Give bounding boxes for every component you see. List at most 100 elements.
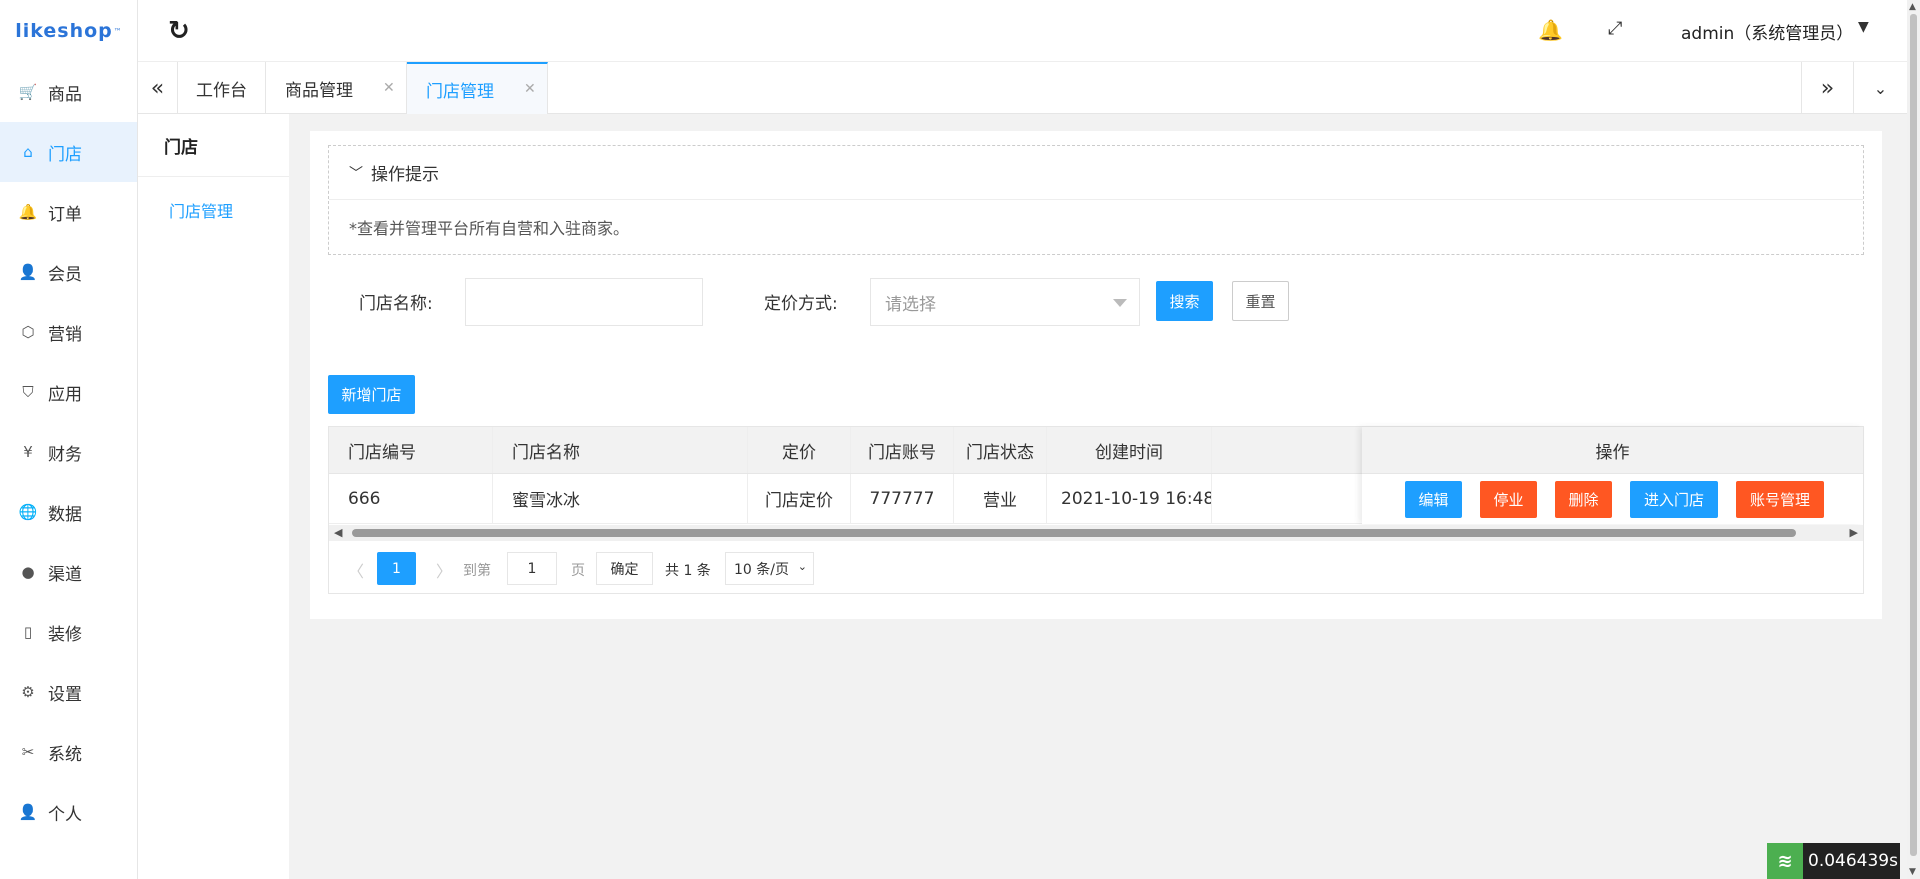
store-name-cell: 蜜雪冰冰 — [493, 474, 748, 523]
brand-tm: ™ — [113, 26, 122, 36]
page-size-select[interactable]: 10 条/页 ⌄ — [725, 552, 814, 585]
sidebar-item-label: 订单 — [48, 204, 82, 225]
pricing-method-select[interactable]: 请选择 — [870, 278, 1140, 326]
sidebar-item-channel[interactable]: ● 渠道 — [0, 542, 137, 602]
scroll-up-arrow-icon[interactable]: ▲ — [1909, 2, 1916, 12]
chevron-down-icon: ﹀ — [349, 165, 363, 182]
sidebar-item-order[interactable]: 🔔 订单 — [0, 182, 137, 242]
prev-page-icon[interactable]: 〈 — [348, 558, 364, 582]
store-name-label: 门店名称: — [359, 294, 433, 314]
column-header: 门店编号 — [329, 427, 493, 473]
enter-store-button[interactable]: 进入门店 — [1630, 480, 1718, 518]
main-card: ﹀ 操作提示 *查看并管理平台所有自营和入驻商家。 门店名称: 定价方式: 请选择… — [310, 131, 1882, 619]
triangle-down-icon — [1113, 299, 1127, 307]
tab-workbench[interactable]: 工作台 — [178, 62, 266, 114]
select-placeholder: 请选择 — [885, 294, 936, 315]
add-store-button[interactable]: 新增门店 — [328, 375, 415, 414]
column-header: 创建时间 — [1047, 427, 1212, 473]
sidebar: likeshop ™ 🛒 商品 ⌂ 门店 🔔 订单 👤 会员 ⬡ 营销 ⛉ 应用 ¥ 财务 🌐 数… — [0, 0, 138, 879]
scrollbar-thumb[interactable] — [1910, 14, 1917, 856]
tab-label: 商品管理 — [285, 80, 353, 101]
sidebar-item-member[interactable]: 👤 会员 — [0, 242, 137, 302]
page-unit-label: 页 — [571, 563, 585, 579]
brand-name: likeshop — [15, 20, 113, 42]
sidebar-item-data[interactable]: 🌐 数据 — [0, 482, 137, 542]
delete-button[interactable]: 删除 — [1555, 480, 1612, 518]
sidebar-item-goods[interactable]: 🛒 商品 — [0, 62, 137, 122]
tips-title: 操作提示 — [371, 165, 439, 185]
wechat-icon: ● — [21, 563, 35, 581]
bell-icon: 🔔 — [18, 203, 38, 221]
debug-timer-badge: ≋ 0.046439s — [1767, 843, 1900, 879]
sidebar-item-finance[interactable]: ¥ 财务 — [0, 422, 137, 482]
tabs-scroll-left-icon[interactable]: « — [138, 62, 178, 114]
tab-store-management[interactable]: 门店管理 ✕ — [407, 62, 548, 114]
sidebar-item-label: 财务 — [48, 444, 82, 465]
scrollbar-thumb[interactable] — [352, 529, 1796, 537]
cart-icon: 🛒 — [18, 83, 38, 101]
cube-icon: ⬡ — [21, 323, 35, 341]
submenu-title: 门店 — [138, 114, 289, 177]
shield-icon: ⛉ — [22, 383, 34, 401]
goto-confirm-button[interactable]: 确定 — [596, 552, 653, 585]
scroll-down-arrow-icon[interactable]: ▼ — [1909, 867, 1916, 877]
tab-bar: « 工作台 商品管理 ✕ 门店管理 ✕ » ⌄ — [138, 62, 1907, 114]
scroll-right-arrow-icon[interactable]: ▶ — [1850, 526, 1858, 539]
store-name-input[interactable] — [465, 278, 703, 326]
account-management-button[interactable]: 账号管理 — [1736, 480, 1824, 518]
close-icon[interactable]: ✕ — [383, 80, 395, 96]
sidebar-item-label: 数据 — [48, 504, 82, 525]
notification-bell-icon[interactable]: 🔔 — [1538, 18, 1563, 42]
next-page-icon[interactable]: 〉 — [436, 558, 452, 582]
top-header: ↻ 🔔 ⤢ admin（系统管理员） ▼ — [138, 0, 1907, 62]
tab-goods-management[interactable]: 商品管理 ✕ — [266, 62, 407, 114]
sidebar-item-settings[interactable]: ⚙ 设置 — [0, 662, 137, 722]
page-number-current[interactable]: 1 — [377, 552, 416, 585]
tab-label: 门店管理 — [426, 81, 494, 102]
sidebar-item-label: 营销 — [48, 324, 82, 345]
pricing-cell: 门店定价 — [748, 474, 851, 523]
sidebar-item-system[interactable]: ✂ 系统 — [0, 722, 137, 782]
goto-label: 到第 — [463, 563, 491, 579]
tab-label: 工作台 — [196, 80, 247, 101]
suspend-button[interactable]: 停业 — [1480, 480, 1537, 518]
goto-page-input[interactable]: 1 — [507, 552, 557, 585]
tips-header[interactable]: ﹀ 操作提示 — [329, 146, 1863, 200]
yen-icon: ¥ — [23, 443, 33, 461]
store-table: 门店编号 门店名称 定价 门店账号 门店状态 创建时间 666 蜜雪冰冰 门店定… — [328, 426, 1864, 594]
submenu-item-store-management[interactable]: 门店管理 — [138, 177, 289, 242]
close-icon[interactable]: ✕ — [524, 81, 536, 97]
status-cell: 营业 — [954, 474, 1047, 523]
sidebar-item-apps[interactable]: ⛉ 应用 — [0, 362, 137, 422]
search-button[interactable]: 搜索 — [1156, 281, 1213, 321]
logo: likeshop ™ — [0, 0, 137, 62]
person-icon: 👤 — [18, 803, 38, 821]
operation-column: 操作 编辑 停业 删除 进入门店 账号管理 — [1362, 427, 1863, 524]
edit-button[interactable]: 编辑 — [1405, 480, 1462, 518]
refresh-icon[interactable]: ↻ — [168, 16, 190, 46]
reset-button[interactable]: 重置 — [1232, 281, 1289, 321]
caret-down-icon[interactable]: ▼ — [1858, 19, 1869, 35]
operation-tips: ﹀ 操作提示 *查看并管理平台所有自营和入驻商家。 — [328, 145, 1864, 255]
sidebar-item-decoration[interactable]: ▯ 装修 — [0, 602, 137, 662]
sidebar-item-personal[interactable]: 👤 个人 — [0, 782, 137, 842]
sidebar-item-label: 渠道 — [48, 564, 82, 585]
sidebar-item-label: 装修 — [48, 624, 82, 645]
operation-buttons: 编辑 停业 删除 进入门店 账号管理 — [1362, 474, 1863, 524]
tabs-menu-chevron-down-icon[interactable]: ⌄ — [1853, 62, 1907, 114]
admin-user-menu[interactable]: admin（系统管理员） — [1681, 19, 1853, 44]
sidebar-item-label: 会员 — [48, 264, 82, 285]
account-cell: 777777 — [851, 474, 954, 523]
horizontal-scrollbar[interactable]: ◀ ▶ — [329, 525, 1863, 541]
user-icon: 👤 — [18, 263, 38, 281]
globe-icon: 🌐 — [18, 503, 38, 521]
vertical-scrollbar[interactable]: ▲ ▼ — [1907, 0, 1920, 879]
sidebar-item-marketing[interactable]: ⬡ 营销 — [0, 302, 137, 362]
scroll-left-arrow-icon[interactable]: ◀ — [334, 526, 342, 539]
fullscreen-icon[interactable]: ⤢ — [1608, 18, 1622, 39]
chevron-down-icon: ⌄ — [797, 560, 807, 573]
tabs-scroll-right-icon[interactable]: » — [1801, 62, 1853, 114]
sidebar-item-store[interactable]: ⌂ 门店 — [0, 122, 137, 182]
column-header: 门店名称 — [493, 427, 748, 473]
column-header: 门店账号 — [851, 427, 954, 473]
